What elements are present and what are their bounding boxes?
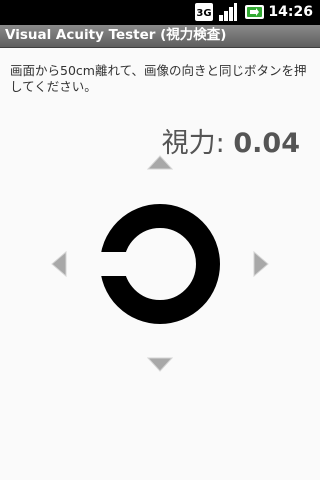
instruction-text: 画面から50cm離れて、画像の向きと同じボタンを押してください。 (10, 63, 307, 94)
arrow-left-icon (51, 250, 67, 278)
arrow-right-icon (253, 250, 269, 278)
signal-icon (218, 2, 238, 26)
arrow-up-icon (146, 155, 174, 170)
acuity-readout: 視力: 0.04 (162, 127, 300, 161)
app-title: Visual Acuity Tester (視力検査) (5, 27, 227, 43)
battery-icon (244, 2, 266, 26)
arrow-left-button[interactable] (48, 249, 70, 279)
acuity-value: 0.04 (233, 128, 300, 159)
app-screen: 3G 14:26 Visual Acuity Tester (視力検査) 画面か… (0, 0, 320, 480)
ring-gap (100, 252, 132, 276)
status-bar: 3G 14:26 (0, 0, 320, 25)
landolt-ring (100, 204, 220, 324)
arrow-down-icon (146, 357, 174, 372)
3g-icon: 3G (194, 2, 214, 26)
svg-text:3G: 3G (196, 8, 211, 19)
title-bar: Visual Acuity Tester (視力検査) (0, 25, 320, 48)
arrow-up-button[interactable] (145, 153, 175, 175)
status-time: 14:26 (268, 4, 313, 20)
arrow-right-button[interactable] (250, 249, 272, 279)
arrow-down-button[interactable] (145, 352, 175, 374)
